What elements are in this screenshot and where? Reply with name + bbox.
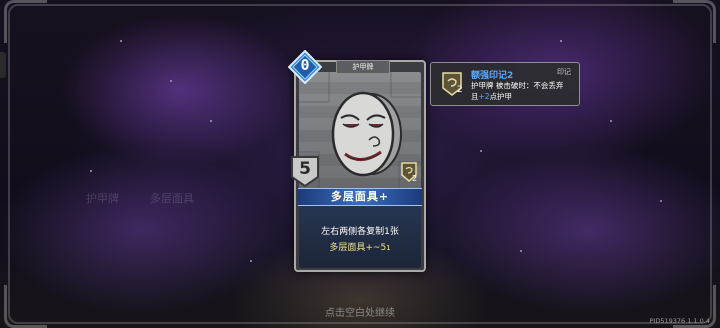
card-name: 多层面具+: [298, 188, 422, 206]
card-desc-line: 左右两侧各复制1张: [321, 227, 399, 237]
armor-value: 5: [299, 159, 311, 179]
tooltip-icon-count: 2: [457, 85, 463, 95]
mark-count: 2: [412, 174, 418, 183]
armor-badge: 5: [290, 155, 320, 188]
ghost-label: 多层面具: [150, 192, 194, 205]
card-type-label: 护甲牌: [336, 60, 390, 74]
card-desc-sub: 1: [386, 244, 391, 252]
card-desc-highlight: 多层面具+~51: [299, 240, 421, 253]
continue-hint[interactable]: 点击空白处继续: [0, 304, 720, 319]
frame-corner: [673, 0, 716, 43]
version-label: PID519376 1.1.0.4: [649, 317, 710, 325]
tooltip-text: 点护甲: [489, 92, 513, 101]
tooltip-highlight: +2: [478, 92, 490, 101]
tooltip-desc-line: 护甲牌 被击破时：不会丢弃: [471, 81, 564, 90]
ghost-label: 护甲牌: [86, 192, 119, 205]
card-description: 左右两侧各复制1张 多层面具+~51: [299, 206, 421, 268]
cost-value: 0: [300, 56, 310, 74]
cost-badge: 0: [287, 49, 323, 85]
tooltip-text: 且: [471, 92, 479, 101]
side-handle: [0, 52, 6, 78]
tooltip-desc-line: 且+2点护甲: [471, 91, 512, 102]
card-desc-main: 多层面具+~5: [329, 243, 387, 253]
game-screen[interactable]: 护甲牌 多层面具 护甲牌 0 5 2 多层面具+ 左右两侧各复制1张 多层面具+…: [0, 0, 720, 328]
card-detail[interactable]: 护甲牌 0 5 2 多层面具+ 左右两侧各复制1张 多层面具+~51: [287, 49, 426, 272]
frame-corner: [4, 0, 47, 43]
mark-tooltip: 2 额强印记2 印记 护甲牌 被击破时：不会丢弃 且+2点护甲: [430, 62, 580, 106]
tooltip-tag: 印记: [557, 68, 571, 76]
